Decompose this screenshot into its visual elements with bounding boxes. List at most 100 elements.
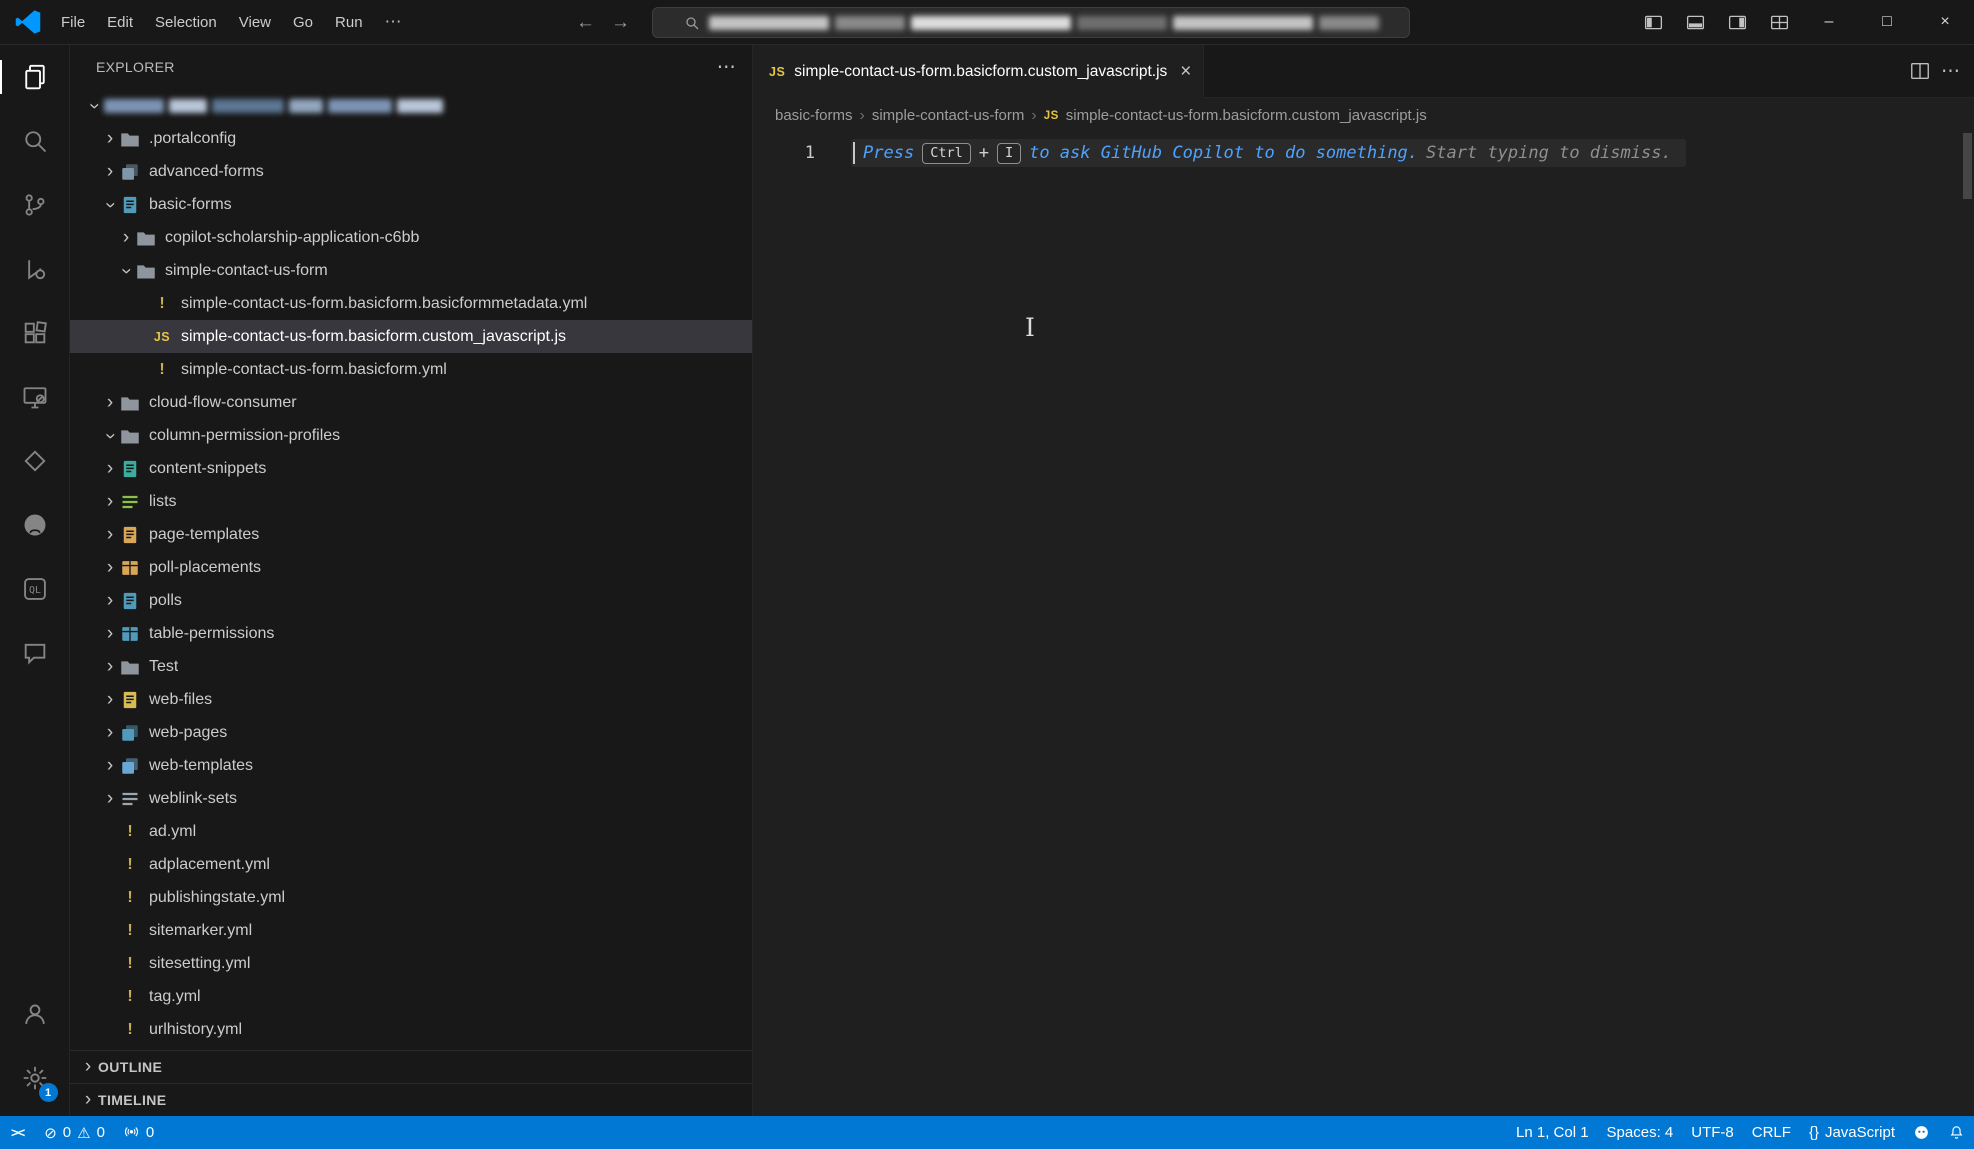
menu-run[interactable]: Run bbox=[324, 9, 374, 36]
more-actions-icon[interactable]: ⋯ bbox=[1941, 60, 1960, 83]
power-platform-icon[interactable] bbox=[0, 429, 70, 493]
tree-item-label: .portalconfig bbox=[149, 130, 236, 148]
split-editor-icon[interactable] bbox=[1909, 60, 1931, 82]
menu-overflow-icon[interactable]: ⋯ bbox=[374, 7, 413, 37]
breadcrumb-separator-icon: › bbox=[1031, 107, 1036, 125]
extensions-icon[interactable] bbox=[0, 301, 70, 365]
title-bar: File Edit Selection View Go Run ⋯ ← → bbox=[0, 0, 1974, 45]
github-icon[interactable] bbox=[0, 493, 70, 557]
toggle-secondary-sidebar-icon[interactable] bbox=[1716, 0, 1758, 45]
tree-item-cloud-flow-consumer[interactable]: ›cloud-flow-consumer bbox=[70, 386, 752, 419]
tree-item-label: web-pages bbox=[149, 724, 227, 742]
minimize-button[interactable]: – bbox=[1800, 0, 1858, 45]
breadcrumb-simple-contact-us-form[interactable]: simple-contact-us-form bbox=[872, 107, 1025, 124]
tree-item-sitesetting.yml[interactable]: !sitesetting.yml bbox=[70, 947, 752, 980]
brackets-icon: {} bbox=[1809, 1124, 1819, 1141]
forward-icon[interactable]: → bbox=[611, 12, 630, 34]
chevron-icon: › bbox=[116, 227, 136, 249]
toggle-primary-sidebar-icon[interactable] bbox=[1632, 0, 1674, 45]
errors-icon: ⊘ bbox=[44, 1124, 57, 1142]
comments-icon[interactable] bbox=[0, 621, 70, 685]
notifications-bell-icon[interactable] bbox=[1939, 1116, 1974, 1149]
copilot-icon[interactable] bbox=[1904, 1116, 1939, 1149]
tree-item-label: urlhistory.yml bbox=[149, 1021, 242, 1039]
tree-item-basic-forms[interactable]: ›basic-forms bbox=[70, 188, 752, 221]
tree-item-sitemarker.yml[interactable]: !sitemarker.yml bbox=[70, 914, 752, 947]
chevron-icon: › bbox=[100, 128, 120, 150]
breadcrumb-basic-forms[interactable]: basic-forms bbox=[775, 107, 853, 124]
tree-item-web-pages[interactable]: › web-pages bbox=[70, 716, 752, 749]
source-control-icon[interactable] bbox=[0, 173, 70, 237]
tree-item-page-templates[interactable]: ›page-templates bbox=[70, 518, 752, 551]
chevron-icon: › bbox=[78, 1056, 98, 1078]
ports-status[interactable]: 0 bbox=[114, 1116, 163, 1149]
remote-indicator[interactable]: >< bbox=[0, 1116, 35, 1149]
tree-item-adplacement.yml[interactable]: !adplacement.yml bbox=[70, 848, 752, 881]
editor-content[interactable]: 1 Press Ctrl + I to ask GitHub Copilot t… bbox=[753, 133, 1974, 1116]
tree-item-label: copilot-scholarship-application-c6bb bbox=[165, 229, 419, 247]
tree-item-simple-contact-us-form.basicform.yml[interactable]: !simple-contact-us-form.basicform.yml bbox=[70, 353, 752, 386]
tree-item-ad.yml[interactable]: !ad.yml bbox=[70, 815, 752, 848]
tree-item-.portalconfig[interactable]: › .portalconfig bbox=[70, 122, 752, 155]
activity-bar-bottom: 1 bbox=[0, 982, 70, 1110]
tree-item-column-permission-profiles[interactable]: ›column-permission-profiles bbox=[70, 419, 752, 452]
indentation[interactable]: Spaces: 4 bbox=[1598, 1116, 1683, 1149]
tree-item-lists[interactable]: ›lists bbox=[70, 485, 752, 518]
tree-item-content-snippets[interactable]: ›content-snippets bbox=[70, 452, 752, 485]
encoding[interactable]: UTF-8 bbox=[1682, 1116, 1743, 1149]
menu-edit[interactable]: Edit bbox=[96, 9, 144, 36]
codeql-icon[interactable]: QL bbox=[0, 557, 70, 621]
tree-item-label: table-permissions bbox=[149, 625, 274, 643]
svg-text:QL: QL bbox=[29, 585, 41, 596]
tree-item-copilot-scholarship-application-c6bb[interactable]: › copilot-scholarship-application-c6bb bbox=[70, 221, 752, 254]
menu-view[interactable]: View bbox=[228, 9, 282, 36]
search-box[interactable] bbox=[652, 7, 1410, 38]
chevron-icon: › bbox=[100, 722, 120, 744]
tree-item-weblink-sets[interactable]: ›weblink-sets bbox=[70, 782, 752, 815]
tree-item-label: simple-contact-us-form.basicform.custom_… bbox=[181, 328, 566, 346]
accounts-icon[interactable] bbox=[0, 982, 70, 1046]
maximize-button[interactable]: □ bbox=[1858, 0, 1916, 45]
menu-go[interactable]: Go bbox=[282, 9, 324, 36]
explorer-more-actions-icon[interactable]: ⋯ bbox=[717, 56, 736, 79]
vscode-logo-icon bbox=[14, 8, 42, 36]
tree-item-web-files[interactable]: ›web-files bbox=[70, 683, 752, 716]
tree-item-simple-contact-us-form.basicform.basicformmetadata.yml[interactable]: !simple-contact-us-form.basicform.basicf… bbox=[70, 287, 752, 320]
close-button[interactable]: × bbox=[1916, 0, 1974, 45]
language-mode[interactable]: {} JavaScript bbox=[1800, 1116, 1904, 1149]
tab-custom-javascript[interactable]: JS simple-contact-us-form.basicform.cust… bbox=[753, 45, 1204, 98]
tree-item-table-permissions[interactable]: ›table-permissions bbox=[70, 617, 752, 650]
tree-item-polls[interactable]: ›polls bbox=[70, 584, 752, 617]
remote-explorer-icon[interactable] bbox=[0, 365, 70, 429]
search-icon bbox=[684, 15, 700, 31]
menu-selection[interactable]: Selection bbox=[144, 9, 228, 36]
settings-gear-icon[interactable]: 1 bbox=[0, 1046, 70, 1110]
tree-item-publishingstate.yml[interactable]: !publishingstate.yml bbox=[70, 881, 752, 914]
tree-root-folder[interactable]: › bbox=[70, 89, 752, 122]
history-navigation: ← → bbox=[576, 0, 630, 45]
cursor-position[interactable]: Ln 1, Col 1 bbox=[1507, 1116, 1598, 1149]
problems-status[interactable]: ⊘ 0 ⚠ 0 bbox=[35, 1116, 114, 1149]
back-icon[interactable]: ← bbox=[576, 12, 595, 34]
editor-scrollbar[interactable] bbox=[1963, 133, 1972, 199]
run-debug-icon[interactable] bbox=[0, 237, 70, 301]
tree-item-label: ad.yml bbox=[149, 823, 196, 841]
tree-item-web-templates[interactable]: ›web-templates bbox=[70, 749, 752, 782]
tree-item-simple-contact-us-form[interactable]: ›simple-contact-us-form bbox=[70, 254, 752, 287]
tree-item-poll-placements[interactable]: ›poll-placements bbox=[70, 551, 752, 584]
tree-item-advanced-forms[interactable]: ›advanced-forms bbox=[70, 155, 752, 188]
tree-item-Test[interactable]: ›Test bbox=[70, 650, 752, 683]
menu-file[interactable]: File bbox=[50, 9, 96, 36]
search-icon[interactable] bbox=[0, 109, 70, 173]
eol-sequence[interactable]: CRLF bbox=[1743, 1116, 1800, 1149]
section-outline[interactable]: › OUTLINE bbox=[70, 1050, 752, 1083]
customize-layout-icon[interactable] bbox=[1758, 0, 1800, 45]
tree-item-simple-contact-us-form.basicform.custom_javascript.js[interactable]: JSsimple-contact-us-form.basicform.custo… bbox=[70, 320, 752, 353]
section-timeline[interactable]: › TIMELINE bbox=[70, 1083, 752, 1116]
close-tab-icon[interactable]: × bbox=[1180, 61, 1191, 83]
explorer-icon[interactable] bbox=[0, 45, 70, 109]
tree-item-urlhistory.yml[interactable]: !urlhistory.yml bbox=[70, 1013, 752, 1046]
breadcrumb-filename[interactable]: simple-contact-us-form.basicform.custom_… bbox=[1066, 107, 1427, 124]
toggle-panel-icon[interactable] bbox=[1674, 0, 1716, 45]
tree-item-tag.yml[interactable]: !tag.yml bbox=[70, 980, 752, 1013]
